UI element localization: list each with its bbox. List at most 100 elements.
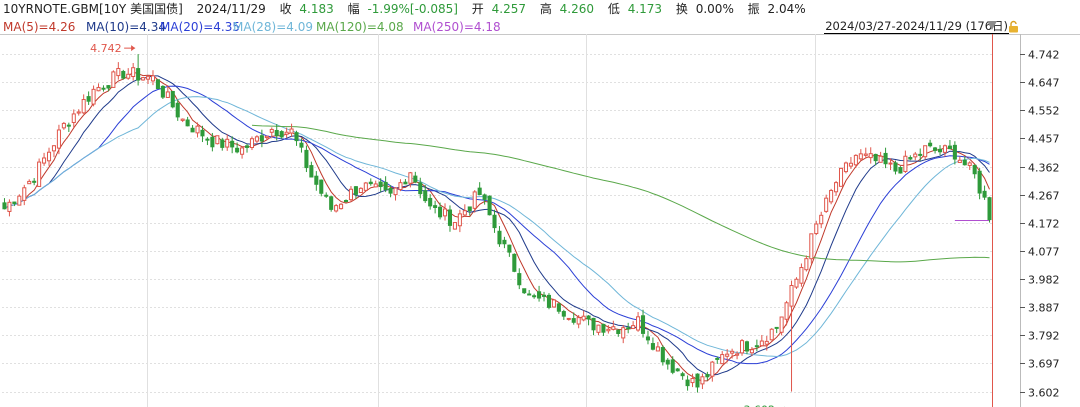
candle-body — [725, 353, 730, 357]
candle-body — [685, 379, 690, 387]
candle-body — [512, 253, 517, 272]
candle-body — [457, 213, 462, 227]
tick-label: 4.457 — [1028, 133, 1060, 146]
candle-body — [937, 148, 943, 153]
candle-body — [556, 303, 561, 312]
high-marker-label: 4.742 — [90, 42, 122, 55]
ma5-label: MA(5)=4.26 — [3, 20, 76, 34]
candle-body — [32, 180, 37, 183]
candle-body — [522, 288, 527, 294]
candle-body — [22, 187, 27, 201]
candle-body — [477, 187, 482, 195]
candle-body — [680, 373, 685, 377]
candle-body — [319, 179, 324, 194]
candle-body — [383, 181, 388, 190]
low-label: 低 — [607, 2, 620, 16]
candle-body — [269, 128, 274, 133]
candle-body — [373, 183, 378, 188]
change-label: 幅 — [347, 2, 360, 16]
price-chart[interactable]: 4.742 4.647 4.552 4.457 4.362 4.267 4.172 4.077… — [0, 34, 1080, 407]
candle-body — [2, 202, 7, 210]
candle-body — [438, 206, 443, 218]
candle-body — [670, 359, 675, 373]
candle-body — [71, 113, 76, 123]
candle-body — [848, 162, 853, 167]
candle-body — [482, 194, 487, 200]
candle-body — [769, 328, 774, 341]
candle-body — [606, 328, 611, 332]
tick-label: 3.697 — [1028, 358, 1060, 371]
tick-label: 4.267 — [1028, 190, 1060, 203]
candle-body — [868, 153, 873, 159]
candle-body — [259, 135, 264, 142]
triangle-down-icon[interactable] — [987, 21, 997, 30]
candle-body — [551, 299, 556, 308]
candle-body — [76, 111, 81, 114]
tick-label: 3.887 — [1028, 302, 1060, 315]
low-value: 4.173 — [627, 2, 663, 16]
candle-body — [492, 214, 497, 229]
low-marker-label: 3.602 — [744, 404, 776, 407]
date-range-selector[interactable]: 2024/03/27-2024/11/29 (176日) — [824, 19, 1009, 34]
candle-body — [86, 96, 91, 102]
candle-body — [952, 144, 957, 160]
candle-body — [764, 340, 769, 345]
candle-body — [700, 376, 705, 385]
candle-body — [96, 86, 101, 92]
candle-body — [645, 336, 651, 341]
candle-body — [413, 175, 418, 183]
candle-body — [472, 191, 477, 209]
candle-body — [428, 197, 433, 207]
candle-body — [853, 154, 858, 166]
candle-body — [220, 139, 225, 148]
candle-body — [576, 317, 581, 325]
candle-body — [863, 153, 868, 156]
candle-body — [596, 324, 601, 333]
candle-body — [527, 293, 532, 296]
candle-body — [190, 127, 195, 133]
candle-body — [294, 132, 299, 142]
amplitude-label: 振 — [747, 2, 760, 16]
candle-body — [611, 326, 616, 330]
tick-label: 4.552 — [1028, 105, 1060, 118]
candle-body — [754, 345, 759, 348]
candle-body — [393, 187, 398, 196]
candle-body — [244, 145, 250, 148]
candle-body — [433, 205, 438, 208]
candle-body — [185, 119, 190, 127]
candle-body — [126, 73, 131, 79]
candle-body — [561, 311, 566, 317]
candle-body — [17, 195, 22, 206]
open-value: 4.257 — [491, 2, 526, 16]
candle-body — [507, 244, 512, 253]
ma20-label: MA(20)=4.35 — [160, 20, 240, 34]
candle-body — [546, 294, 552, 308]
turnover-label: 换 — [675, 2, 688, 16]
candle-body — [235, 147, 240, 153]
candle-body — [418, 182, 423, 195]
price-axis: 4.742 4.647 4.552 4.457 4.362 4.267 4.172 4.077… — [1020, 49, 1060, 400]
candle-body — [843, 162, 849, 173]
candle-body — [987, 197, 992, 221]
candle-body — [913, 153, 918, 158]
candle-body — [145, 76, 151, 80]
candle-body — [314, 175, 319, 185]
candle-body — [621, 327, 626, 339]
candle-body — [309, 165, 314, 178]
tick-label: 4.077 — [1028, 246, 1060, 259]
lock-icon[interactable] — [1008, 20, 1019, 33]
candle-body — [636, 316, 641, 331]
candle-body — [7, 201, 12, 212]
candle-body — [789, 285, 794, 307]
ma250-label: MA(250)=4.18 — [413, 20, 501, 34]
candle-body — [829, 189, 834, 203]
candle-body — [739, 340, 745, 354]
candle-body — [398, 182, 403, 191]
candle-body — [141, 77, 146, 81]
close-value: 4.183 — [299, 2, 334, 16]
candle-body — [834, 182, 839, 193]
candle-body — [720, 354, 725, 365]
tick-label: 3.792 — [1028, 330, 1060, 343]
change-value: -1.99%[-0.085] — [367, 2, 458, 16]
candle-body — [116, 67, 121, 77]
